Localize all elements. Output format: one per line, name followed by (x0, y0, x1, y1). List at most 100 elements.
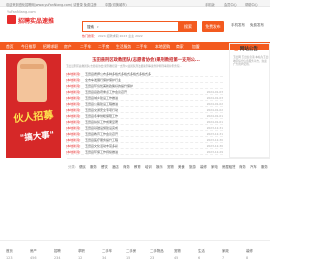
category-link[interactable]: 餐饮 (101, 164, 108, 169)
bottom-category[interactable]: 家政 (222, 248, 229, 253)
nav-item[interactable]: 加盟 (192, 44, 200, 50)
nav-item[interactable]: 二手车 (136, 44, 147, 50)
news-title[interactable]: 玉田县基础设施建设完成 (85, 126, 185, 130)
bottom-category[interactable]: 装修 (246, 248, 253, 253)
hot-text[interactable]: 2024 招聘求职 2023 业主 2022 (98, 34, 143, 38)
news-title[interactable]: 玉田县公路建设工程推进 (85, 102, 185, 106)
bottom-category[interactable]: 招聘 (54, 248, 61, 253)
news-list: [本地新闻] 玉田县质押公布多种多格式多格式多格式多格式多 [本地新闻] 全市车发展行… (66, 71, 223, 155)
top-link-member[interactable]: 会员中心 (224, 2, 237, 7)
region-switch[interactable]: 中国(切换城市) (105, 2, 127, 7)
news-category[interactable]: [本地新闻] (66, 90, 80, 94)
site-url: YuFanNiang.com (7, 10, 36, 14)
news-category[interactable]: [本地新闻] (66, 72, 80, 76)
mobile-publish-link[interactable]: 手机发布 (231, 23, 245, 28)
news-title[interactable]: 玉田县县政府重点工作会议召开 (85, 90, 185, 94)
category-link[interactable]: 宠物 (167, 164, 174, 169)
news-headline[interactable]: 玉田县刑区政教团队(志愿者协会)果刑教招第一支刑公... (66, 57, 226, 63)
recruit-banner[interactable]: 伙人招募 "搞大事" (6, 54, 61, 158)
news-date: 2023-12-31 (206, 126, 223, 131)
category-label: 分类： (68, 165, 79, 169)
news-category[interactable]: [本地新闻] (66, 114, 80, 118)
category-link[interactable]: 便民 (79, 164, 86, 169)
category-link[interactable]: 酒店 (112, 164, 119, 169)
category-link[interactable]: 商务 (239, 164, 246, 169)
news-title[interactable]: 玉田县环境优美新政策好的提升保护 (85, 84, 185, 88)
news-title[interactable]: 玉田县文化活动丰富多彩 (85, 144, 185, 148)
bottom-category[interactable]: 首页 (6, 248, 13, 253)
category-link[interactable]: 教育 (134, 164, 141, 169)
category-link[interactable]: 装修 (200, 164, 207, 169)
divider (0, 240, 270, 241)
search-button[interactable]: 搜索 (179, 21, 197, 32)
news-title[interactable]: 玉田县城乡建设工作推进 (85, 96, 185, 100)
top-link-help[interactable]: 帮助中心 (245, 2, 258, 7)
news-date: 2023-12-30 (206, 138, 223, 143)
publish-button[interactable]: 免费发布 (202, 21, 224, 32)
bottom-category[interactable]: 二手车 (102, 248, 112, 253)
news-title[interactable]: 玉田县交通安全专项行动 (85, 108, 185, 112)
news-title[interactable]: 玉田县医疗服务提升工程 (85, 138, 185, 142)
top-bar: 欢迎来到遵化招聘网(www.yuFanNiang.com) 请登录 免费注册 中… (0, 0, 270, 7)
news-date: 2024-01-03 (206, 90, 223, 95)
category-link[interactable]: 美食 (178, 164, 185, 169)
bottom-category[interactable]: 二手房 (126, 248, 136, 253)
news-category[interactable]: [本地新闻] (66, 144, 80, 148)
bottom-count: 34 (102, 256, 107, 260)
category-link[interactable]: 服务 (90, 164, 97, 169)
nav-item[interactable]: 招聘求职 (43, 44, 58, 50)
logo-text[interactable]: 招聘实品速推 (18, 16, 54, 25)
news-category[interactable]: [本地新闻] (66, 150, 80, 154)
nav-item[interactable]: 二手车 (80, 44, 91, 50)
category-link[interactable]: 旅游 (189, 164, 196, 169)
bottom-category[interactable]: 二手物品 (150, 248, 164, 253)
search-box: 搜索 ▾ (82, 21, 179, 32)
bottom-category[interactable]: 求职 (78, 248, 85, 253)
news-category[interactable]: [本地新闻] (66, 78, 80, 82)
category-link[interactable]: 商务 (123, 164, 130, 169)
category-link[interactable]: 服务 (261, 164, 268, 169)
nav-item[interactable]: 生活服务 (116, 44, 131, 50)
bottom-count: 123 (6, 256, 13, 260)
nav-item[interactable]: 本地团购 (155, 44, 170, 50)
news-category[interactable]: [本地新闻] (66, 132, 80, 136)
news-category[interactable]: [本地新闻] (66, 120, 80, 124)
top-link-mobile[interactable]: 手机版 (205, 2, 215, 7)
news-title[interactable]: 玉田县教育工作会议召开 (85, 132, 185, 136)
news-date: 2024-01-01 (206, 114, 223, 119)
chevron-down-icon[interactable]: ▾ (97, 25, 99, 29)
news-category[interactable]: [本地新闻] (66, 102, 80, 106)
category-link[interactable]: 娱乐 (156, 164, 163, 169)
free-publish-link[interactable]: 免费发布 (250, 23, 264, 28)
news-title[interactable]: 玉田县质押公布多种多格式多格式多格式多格式多 (85, 72, 185, 76)
news-category[interactable]: [本地新闻] (66, 138, 80, 142)
news-date: 2024-01-02 (206, 102, 223, 107)
news-title[interactable]: 玉田县扶贫工作成果显著 (85, 120, 185, 124)
nav-item[interactable]: 房产 (64, 44, 72, 50)
bottom-category[interactable]: 房产 (30, 248, 37, 253)
nav-item[interactable]: 今日推荐 (21, 44, 36, 50)
nav-item[interactable]: 商家 (176, 44, 184, 50)
nav-item[interactable]: 二手房 (98, 44, 109, 50)
bottom-category[interactable]: 宠物 (174, 248, 181, 253)
category-link[interactable]: 房屋租赁 (222, 164, 236, 169)
news-title[interactable]: 玉田县环保工作持续推进 (85, 150, 185, 154)
news-row[interactable]: [本地新闻] 玉田县环保工作持续推进 2023-12-29 (66, 149, 223, 155)
bottom-category[interactable]: 生活 (198, 248, 205, 253)
news-summary: 玉田县刑区政教团队(志愿者协会)果刑教招第一支刑公益团队刑法援助刑事案件律师刑事… (66, 65, 183, 68)
search-category[interactable]: 搜索 (87, 25, 94, 30)
search-input[interactable] (101, 23, 161, 31)
news-title[interactable]: 全市车发展行保护保护行业 (85, 78, 185, 82)
news-title[interactable]: 玉田县冬季供暖保障工作 (85, 114, 185, 118)
news-category[interactable]: [本地新闻] (66, 126, 80, 130)
category-link[interactable]: 培训 (145, 164, 152, 169)
logo-icon[interactable] (7, 15, 16, 24)
news-date: 2023-12-29 (206, 150, 223, 155)
category-link[interactable]: 家电 (211, 164, 218, 169)
news-category[interactable]: [本地新闻] (66, 108, 80, 112)
news-category[interactable]: [本地新闻] (66, 96, 80, 100)
notice-icon: ■ (234, 47, 239, 52)
category-link[interactable]: 汽车 (250, 164, 257, 169)
news-category[interactable]: [本地新闻] (66, 84, 80, 88)
nav-item[interactable]: 首页 (6, 44, 14, 50)
